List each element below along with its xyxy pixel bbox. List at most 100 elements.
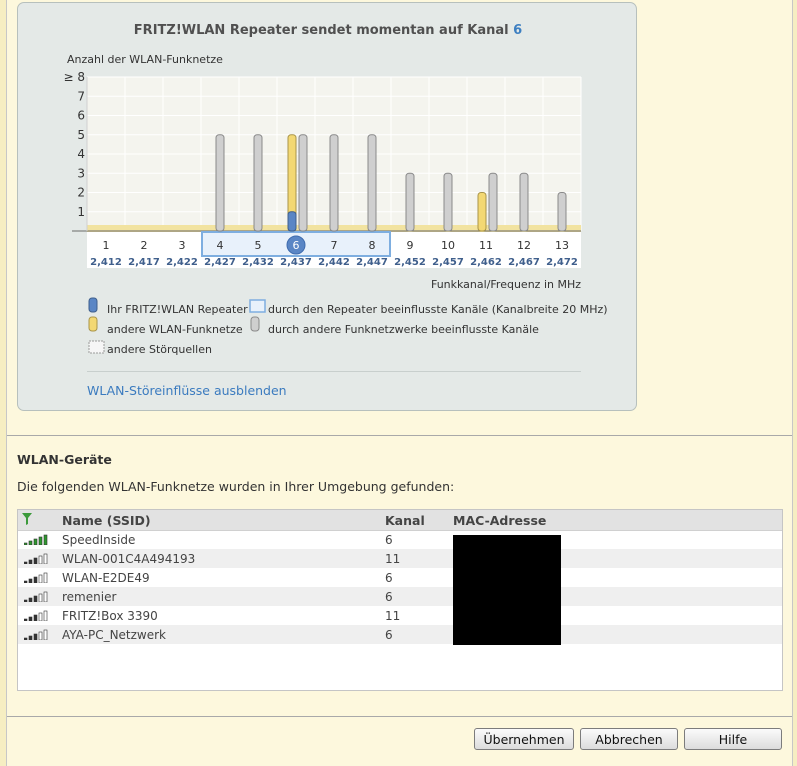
frequency-tick-label: 2,462 [470, 257, 502, 268]
chart-xlabel: Funkkanal/Frequenz in MHz [431, 278, 581, 291]
y-tick-label: 2 [77, 186, 85, 200]
y-tick-label: ≥ 8 [63, 70, 85, 84]
signal-strength-icon [24, 534, 48, 545]
channel-tick-label: 9 [407, 239, 414, 252]
channel-tick-label: 2 [141, 239, 148, 252]
chart-ylabel: Anzahl der WLAN-Funknetze [67, 53, 223, 66]
footer-divider [7, 716, 792, 717]
frequency-tick-label: 2,422 [166, 257, 198, 268]
column-header-channel[interactable]: Kanal [385, 513, 425, 528]
table-row[interactable]: WLAN-001C4A494193 11 [18, 549, 782, 568]
bar-repeater [287, 211, 297, 232]
bar-other-influence [488, 172, 498, 232]
channel-tick-label: 4 [217, 239, 224, 252]
table-row[interactable]: remenier 6 [18, 587, 782, 606]
frequency-tick-label: 2,432 [242, 257, 274, 268]
channel-tick-label: 6 [293, 239, 300, 252]
row-ssid: WLAN-E2DE49 [62, 571, 150, 585]
bar-other-influence [367, 134, 377, 232]
y-tick-label: 4 [77, 147, 85, 161]
row-channel: 6 [385, 628, 393, 642]
bar-other-influence [405, 172, 415, 232]
frequency-tick-label: 2,442 [318, 257, 350, 268]
frequency-tick-label: 2,457 [432, 257, 464, 268]
hide-interference-link[interactable]: WLAN-Störeinflüsse ausblenden [87, 383, 287, 398]
table-row[interactable]: FRITZ!Box 3390 11 [18, 606, 782, 625]
channel-tick-label: 5 [255, 239, 262, 252]
y-tick-label: 6 [77, 109, 85, 123]
legend-other-interference: andere Störquellen [107, 343, 212, 356]
filter-icon[interactable] [22, 513, 32, 525]
channel-tick-label: 11 [479, 239, 493, 252]
repeater-legend-icon [88, 297, 98, 313]
frequency-tick-label: 2,412 [90, 257, 122, 268]
section-divider [7, 435, 792, 436]
channel-tick-label: 10 [441, 239, 455, 252]
row-channel: 6 [385, 533, 393, 547]
legend-repeater: Ihr FRITZ!WLAN Repeater [107, 303, 248, 316]
channel-tick-label: 12 [517, 239, 531, 252]
legend-divider [87, 371, 581, 372]
mac-address-redaction [453, 535, 561, 645]
row-channel: 11 [385, 552, 401, 566]
row-ssid: SpeedInside [62, 533, 136, 547]
column-header-name[interactable]: Name (SSID) [62, 513, 151, 528]
row-ssid: FRITZ!Box 3390 [62, 609, 158, 623]
bar-other-networks [477, 192, 487, 232]
frequency-tick-label: 2,437 [280, 257, 312, 268]
bar-other-influence [329, 134, 339, 232]
signal-strength-icon [24, 572, 48, 583]
channel-tick-label: 1 [103, 239, 110, 252]
row-channel: 6 [385, 590, 393, 604]
table-header: Name (SSID) Kanal MAC-Adresse [18, 510, 782, 531]
column-header-mac[interactable]: MAC-Adresse [453, 513, 546, 528]
frequency-tick-label: 2,467 [508, 257, 540, 268]
legend-other-networks: andere WLAN-Funknetze [107, 323, 243, 336]
channel-tick-label: 8 [369, 239, 376, 252]
y-tick-label: 5 [77, 128, 85, 142]
row-channel: 11 [385, 609, 401, 623]
row-ssid: WLAN-001C4A494193 [62, 552, 196, 566]
bar-other-influence [443, 172, 453, 232]
y-tick-label: 7 [77, 89, 85, 103]
signal-strength-icon [24, 629, 48, 640]
frequency-tick-label: 2,452 [394, 257, 426, 268]
frequency-tick-label: 2,472 [546, 257, 578, 268]
bar-other-influence [215, 134, 225, 232]
devices-intro: Die folgenden WLAN-Funknetze wurden in I… [17, 479, 455, 494]
cancel-button[interactable]: Abbrechen [580, 728, 678, 750]
signal-strength-icon [24, 591, 48, 602]
apply-button[interactable]: Übernehmen [474, 728, 574, 750]
interference-legend-icon [88, 340, 105, 354]
other-networks-legend-icon [88, 316, 98, 332]
row-channel: 6 [385, 571, 393, 585]
signal-strength-icon [24, 553, 48, 564]
wlan-device-table: Name (SSID) Kanal MAC-Adresse SpeedInsid… [17, 509, 783, 691]
row-ssid: AYA-PC_Netzwerk [62, 628, 167, 642]
bar-other-influence [557, 192, 567, 232]
devices-heading: WLAN-Geräte [17, 452, 112, 467]
bar-other-influence [253, 134, 263, 232]
y-tick-label: 1 [77, 205, 85, 219]
bar-other-influence [298, 134, 308, 232]
other-channels-legend-icon [250, 316, 260, 332]
legend-repeater-channels: durch den Repeater beeinflusste Kanäle (… [268, 303, 608, 316]
legend-other-channels: durch andere Funknetzwerke beeinflusste … [268, 323, 539, 336]
table-row[interactable]: SpeedInside 6 [18, 530, 782, 549]
frequency-tick-label: 2,427 [204, 257, 236, 268]
table-row[interactable]: WLAN-E2DE49 6 [18, 568, 782, 587]
frequency-tick-label: 2,417 [128, 257, 160, 268]
wlan-channel-panel: FRITZ!WLAN Repeater sendet momentan auf … [17, 2, 637, 411]
bar-other-influence [519, 172, 529, 232]
channel-tick-label: 7 [331, 239, 338, 252]
repeater-channels-legend-icon [249, 299, 266, 313]
window-frame-right [792, 0, 797, 766]
help-button[interactable]: Hilfe [684, 728, 782, 750]
table-row[interactable]: AYA-PC_Netzwerk 6 [18, 625, 782, 644]
row-ssid: remenier [62, 590, 117, 604]
window-frame-left [0, 0, 7, 766]
channel-tick-label: 3 [179, 239, 186, 252]
y-tick-label: 3 [77, 166, 85, 180]
signal-strength-icon [24, 610, 48, 621]
frequency-tick-label: 2,447 [356, 257, 388, 268]
